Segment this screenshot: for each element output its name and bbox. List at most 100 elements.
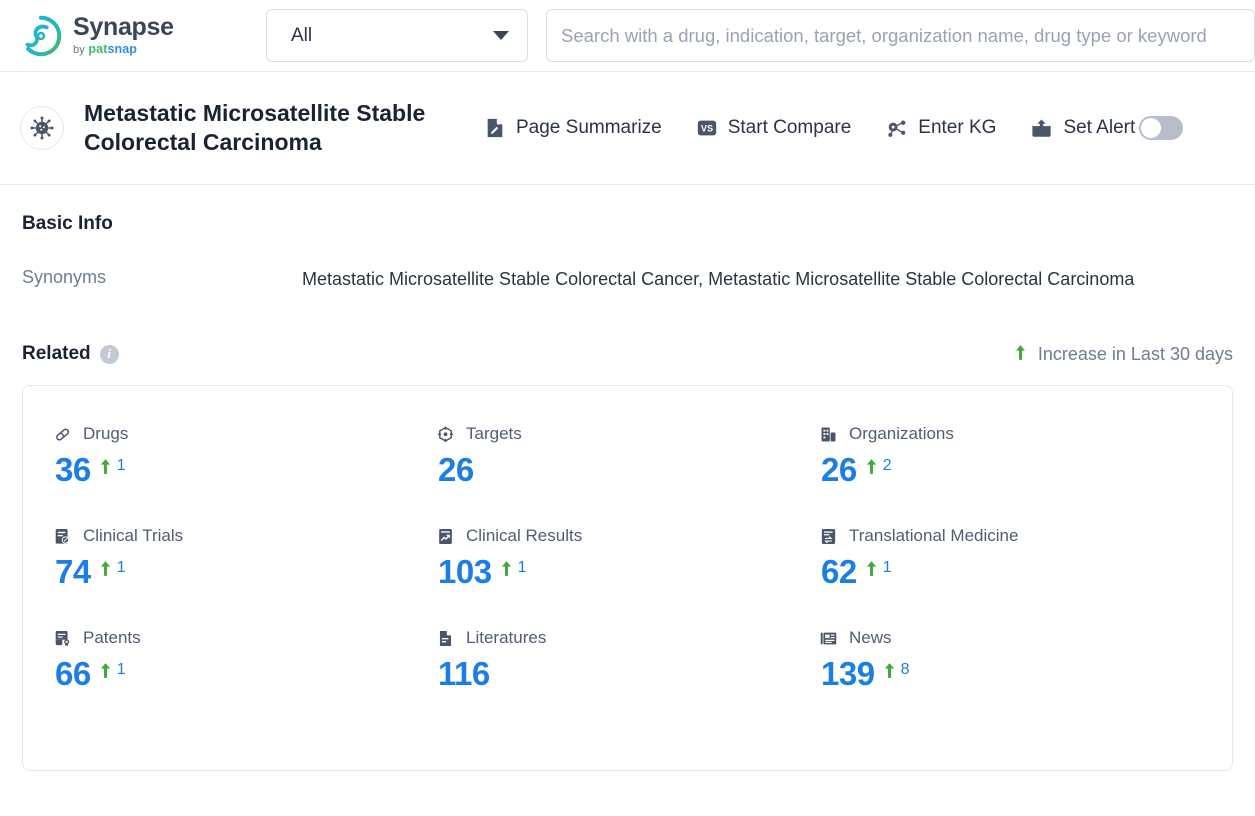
pill-icon	[53, 425, 72, 444]
stat-label: Clinical Results	[466, 526, 583, 545]
set-alert-button[interactable]: Set Alert	[1030, 116, 1184, 140]
brand-text: Synapse by patsnap	[73, 15, 174, 56]
stat-head: News	[819, 628, 1202, 648]
stat-number: 66	[55, 655, 91, 692]
enter-kg-button[interactable]: Enter KG	[885, 117, 996, 140]
arrow-up-icon	[884, 663, 895, 683]
arrow-up-icon	[100, 663, 111, 683]
stat-value-row: 26 2	[819, 450, 1202, 490]
search-scope-select[interactable]: All	[266, 9, 528, 62]
stat-delta-value: 1	[116, 559, 126, 576]
search-input[interactable]	[561, 24, 1240, 47]
stat-delta-value: 1	[116, 661, 126, 678]
stat-delta-value: 1	[882, 559, 892, 576]
stat-delta: 2	[866, 457, 892, 479]
related-stats-grid: Drugs 36 1 Targets 26 Organizations 26 2…	[53, 424, 1202, 730]
stat-news[interactable]: News 139 8	[819, 628, 1202, 730]
literature-icon	[436, 629, 455, 648]
arrow-up-icon	[501, 561, 512, 581]
stat-translational-medicine[interactable]: Translational Medicine 62 1	[819, 526, 1202, 628]
stat-label: Organizations	[849, 424, 954, 443]
stat-value-row: 139 8	[819, 654, 1202, 694]
stat-delta: 8	[884, 661, 910, 683]
stat-targets[interactable]: Targets 26	[436, 424, 819, 526]
synonyms-label: Synonyms	[22, 267, 107, 287]
stat-number: 36	[55, 451, 91, 488]
stat-organizations[interactable]: Organizations 26 2	[819, 424, 1202, 526]
stat-delta: 1	[100, 559, 126, 581]
stat-head: Translational Medicine	[819, 526, 1202, 546]
stat-number: 26	[821, 451, 857, 488]
stat-delta: 1	[100, 457, 126, 479]
chevron-down-icon	[493, 31, 509, 40]
brand-pat: pat	[88, 42, 108, 56]
arrow-up-icon	[866, 561, 877, 581]
stat-label: Literatures	[466, 628, 547, 647]
stat-number: 74	[55, 553, 91, 590]
knowledge-graph-icon	[885, 117, 908, 140]
brand-name: Synapse	[73, 13, 174, 41]
building-icon	[819, 425, 838, 444]
stat-number: 62	[821, 553, 857, 590]
arrow-up-icon	[866, 459, 877, 479]
start-compare-button[interactable]: VS Start Compare	[696, 117, 852, 139]
stat-head: Patents	[53, 628, 436, 648]
stat-label: Targets	[466, 424, 522, 443]
synonyms-row: Synonyms Metastatic Microsatellite Stabl…	[22, 267, 1233, 291]
stat-value-row: 36 1	[53, 450, 436, 490]
stat-number: 139	[821, 655, 875, 692]
stat-clinical-results[interactable]: Clinical Results 103 1	[436, 526, 819, 628]
synonyms-value: Metastatic Microsatellite Stable Colorec…	[302, 269, 1135, 289]
arrow-up-icon	[100, 561, 111, 581]
stat-label: Patents	[83, 628, 141, 647]
related-card: Drugs 36 1 Targets 26 Organizations 26 2…	[22, 385, 1233, 771]
top-bar: Synapse by patsnap All	[0, 0, 1255, 72]
synapse-logo-icon	[18, 13, 64, 59]
svg-text:VS: VS	[701, 124, 713, 134]
stat-delta-value: 2	[882, 457, 892, 474]
search-scope-value: All	[291, 24, 313, 46]
brand-snap: snap	[107, 42, 138, 56]
target-icon	[436, 425, 455, 444]
enter-kg-label: Enter KG	[918, 117, 997, 138]
stat-number: 103	[438, 553, 492, 590]
related-title: Related	[22, 343, 91, 364]
stat-value-row: 116	[436, 654, 819, 694]
stat-patents[interactable]: Patents 66 1	[53, 628, 436, 730]
stat-delta-value: 8	[900, 661, 910, 678]
stat-literatures[interactable]: Literatures 116	[436, 628, 819, 730]
stat-delta: 1	[501, 559, 527, 581]
set-alert-toggle[interactable]	[1139, 116, 1184, 140]
stat-delta-value: 1	[116, 457, 126, 474]
stat-label: News	[849, 628, 892, 647]
patent-icon	[53, 629, 72, 648]
stat-number: 26	[438, 451, 474, 488]
news-icon	[819, 629, 838, 648]
arrow-up-icon	[1015, 344, 1026, 365]
disease-virus-icon	[20, 106, 64, 150]
page-summarize-label: Page Summarize	[516, 117, 662, 138]
stat-delta: 1	[100, 661, 126, 683]
start-compare-label: Start Compare	[727, 117, 852, 138]
stat-drugs[interactable]: Drugs 36 1	[53, 424, 436, 526]
document-pen-icon	[484, 117, 506, 139]
search-box[interactable]	[546, 9, 1255, 62]
stat-head: Organizations	[819, 424, 1202, 444]
entity-actions: Page Summarize VS Start Compare Enter KG…	[484, 116, 1255, 140]
info-icon[interactable]: i	[99, 344, 119, 364]
clinical-trial-icon	[53, 527, 72, 546]
stat-delta-value: 1	[517, 559, 527, 576]
stat-head: Clinical Results	[436, 526, 819, 546]
stat-label: Drugs	[83, 424, 129, 443]
basic-info-title: Basic Info	[22, 213, 113, 234]
stat-head: Targets	[436, 424, 819, 444]
brand-by: by	[73, 44, 85, 56]
page-summarize-button[interactable]: Page Summarize	[484, 117, 662, 139]
page-title: Metastatic Microsatellite Stable Colorec…	[84, 100, 426, 155]
stat-clinical-trials[interactable]: Clinical Trials 74 1	[53, 526, 436, 628]
page-content: Basic Info Synonyms Metastatic Microsate…	[0, 213, 1255, 771]
increase-legend-label: Increase in Last 30 days	[1037, 343, 1233, 364]
brand-logo[interactable]: Synapse by patsnap	[18, 13, 228, 59]
stat-head: Drugs	[53, 424, 436, 444]
clinical-result-icon	[436, 527, 455, 546]
